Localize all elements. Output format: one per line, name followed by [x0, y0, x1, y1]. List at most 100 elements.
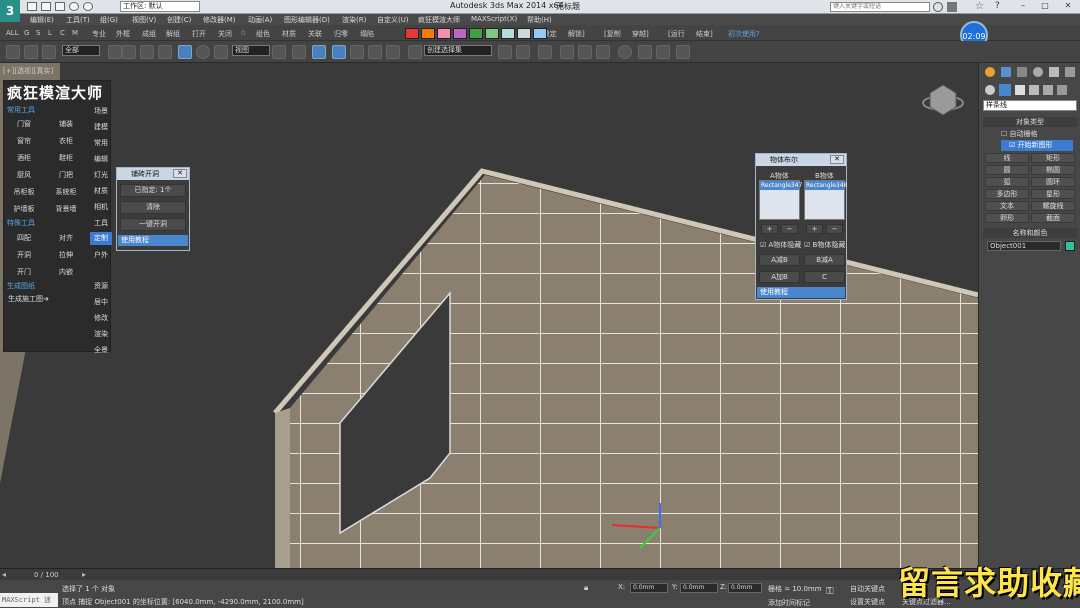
ribbon-copy[interactable]: [复制	[604, 29, 621, 39]
help-icon[interactable]: ?	[995, 1, 1000, 11]
menu-graph-editors[interactable]: 图形编辑器(D)	[284, 15, 330, 25]
render-setup-icon[interactable]	[638, 45, 652, 59]
shape-helix-button[interactable]: 螺旋线	[1031, 201, 1075, 211]
ribbon-pro[interactable]: 专业	[92, 29, 106, 39]
tool-embed[interactable]: 内嵌	[48, 267, 84, 277]
tool-hanging-cabinet[interactable]: 吊柜板	[6, 187, 42, 197]
filter-all[interactable]: ALL	[6, 29, 19, 37]
minimize-button[interactable]: –	[1012, 0, 1034, 12]
align-icon[interactable]	[516, 45, 530, 59]
search-input[interactable]: 键入关键字或短语	[830, 2, 930, 12]
star-icon[interactable]: ☆	[975, 1, 984, 12]
lights-icon[interactable]	[1015, 85, 1025, 95]
color-swatch[interactable]	[517, 28, 531, 39]
side-tab-panorama[interactable]: 全景	[90, 345, 112, 355]
ribbon-pass[interactable]: 穿越]	[632, 29, 649, 39]
menu-view[interactable]: 视图(V)	[132, 15, 156, 25]
filter-m[interactable]: M	[72, 29, 78, 37]
maximize-button[interactable]: □	[1034, 0, 1056, 12]
generate-construction-drawing-button[interactable]: 生成施工图➔	[6, 294, 66, 304]
helpers-icon[interactable]	[1043, 85, 1053, 95]
tool-feature-wall[interactable]: 背景墙	[48, 204, 84, 214]
ribbon-unlock[interactable]: 解锁]	[568, 29, 585, 39]
side-tab-tools[interactable]: 工具	[90, 218, 112, 228]
a-add-button[interactable]: +	[761, 224, 778, 234]
z-coordinate-field[interactable]: 0.0mm	[728, 583, 762, 593]
x-coordinate-field[interactable]: 0.0mm	[630, 583, 668, 593]
move-icon[interactable]	[178, 45, 192, 59]
shape-donut-button[interactable]: 圆环	[1031, 177, 1075, 187]
object-color-swatch[interactable]	[1065, 241, 1075, 251]
side-tab-render[interactable]: 渲染	[90, 329, 112, 339]
side-tab-center[interactable]: 居中	[90, 297, 112, 307]
color-swatch[interactable]	[533, 28, 547, 39]
select-object-icon[interactable]	[108, 45, 122, 59]
tile-hole-dialog-titlebar[interactable]: 铺砖开洞 ✕	[117, 168, 189, 180]
side-tab-common[interactable]: 常用	[90, 138, 112, 148]
side-tab-lights[interactable]: 灯光	[90, 170, 112, 180]
selection-filter-dropdown[interactable]: 全部	[62, 45, 100, 56]
start-new-shape-button[interactable]: ☑ 开始新图形	[1001, 140, 1073, 151]
shape-star-button[interactable]: 星形	[1031, 189, 1075, 199]
tool-align[interactable]: 对齐	[48, 233, 84, 243]
tool-open-door[interactable]: 开门	[6, 267, 42, 277]
tool-wardrobe[interactable]: 衣柜	[48, 136, 84, 146]
side-tab-outdoor[interactable]: 户外	[90, 250, 112, 260]
shape-line-button[interactable]: 线	[985, 153, 1029, 163]
render-teapot-icon[interactable]	[676, 45, 690, 59]
category-dropdown[interactable]: 样条线	[983, 100, 1077, 111]
tool-kitchen[interactable]: 厨风	[6, 170, 42, 180]
ribbon-group[interactable]: 成组	[142, 29, 156, 39]
ribbon-close[interactable]: 关闭	[218, 29, 232, 39]
object-type-rollout[interactable]: 对象类型	[983, 117, 1077, 127]
material-editor-icon[interactable]	[618, 45, 632, 59]
add-time-tag[interactable]: 添加时间标记	[768, 598, 810, 608]
angle-snap-icon[interactable]	[350, 45, 364, 59]
layer-manager-icon[interactable]	[538, 45, 552, 59]
graphite-icon[interactable]	[560, 45, 574, 59]
a-minus-b-button[interactable]: A减B	[759, 254, 800, 266]
close-button[interactable]: ✕	[1056, 0, 1080, 12]
side-tab-scene[interactable]: 场景	[90, 106, 112, 116]
filter-g[interactable]: G	[24, 29, 29, 37]
color-swatch[interactable]	[469, 28, 483, 39]
ribbon-group-color[interactable]: 组色	[256, 29, 270, 39]
object-name-input[interactable]: Object001	[987, 241, 1061, 251]
side-tab-modify[interactable]: 修改	[90, 313, 112, 323]
geometry-icon[interactable]	[985, 85, 995, 95]
list-item[interactable]: Rectangle347	[760, 181, 802, 190]
y-coordinate-field[interactable]: 0.0mm	[680, 583, 718, 593]
tutorial-link[interactable]: 使用教程	[118, 235, 188, 246]
ribbon-star[interactable]: ☆	[240, 29, 246, 37]
auto-key-label[interactable]: 自动关键点	[850, 584, 885, 594]
b-remove-button[interactable]: −	[826, 224, 843, 234]
mirror-icon[interactable]	[498, 45, 512, 59]
hierarchy-tab-icon[interactable]	[1017, 67, 1027, 77]
viewport-label[interactable]: [+][透视][真实]	[3, 66, 53, 76]
color-swatch[interactable]	[405, 28, 419, 39]
named-selection-dropdown[interactable]: 创建选择集	[424, 45, 492, 56]
select-by-name-icon[interactable]	[122, 45, 136, 59]
snap-3d-icon[interactable]	[332, 45, 346, 59]
app-logo-icon[interactable]: 3	[0, 0, 20, 22]
display-tab-icon[interactable]	[1049, 67, 1059, 77]
menu-tools[interactable]: 工具(T)	[66, 15, 90, 25]
tool-system-cabinet[interactable]: 系统柜	[48, 187, 84, 197]
shapes-icon[interactable]	[999, 84, 1011, 96]
menu-plugin[interactable]: 疯狂模渲大师	[418, 15, 460, 25]
keyboard-shortcut-icon[interactable]	[312, 45, 326, 59]
rect-selection-icon[interactable]	[140, 45, 154, 59]
tool-doors-windows[interactable]: 门窗	[6, 119, 42, 129]
tool-shoe-cabinet[interactable]: 鞋柜	[48, 153, 84, 163]
tool-wine-cabinet[interactable]: 酒柜	[6, 153, 42, 163]
motion-tab-icon[interactable]	[1033, 67, 1043, 77]
percent-snap-icon[interactable]	[368, 45, 382, 59]
b-hide-checkbox[interactable]: ☑ B物体隐藏	[804, 240, 845, 250]
pivot-icon[interactable]	[272, 45, 286, 59]
ribbon-material[interactable]: 材质	[282, 29, 296, 39]
side-tab-resources[interactable]: 资源	[90, 281, 112, 291]
ribbon-end[interactable]: 结束]	[696, 29, 713, 39]
curve-editor-icon[interactable]	[578, 45, 592, 59]
a-object-list[interactable]: Rectangle347	[759, 180, 802, 220]
menu-group[interactable]: 组(G)	[100, 15, 118, 25]
